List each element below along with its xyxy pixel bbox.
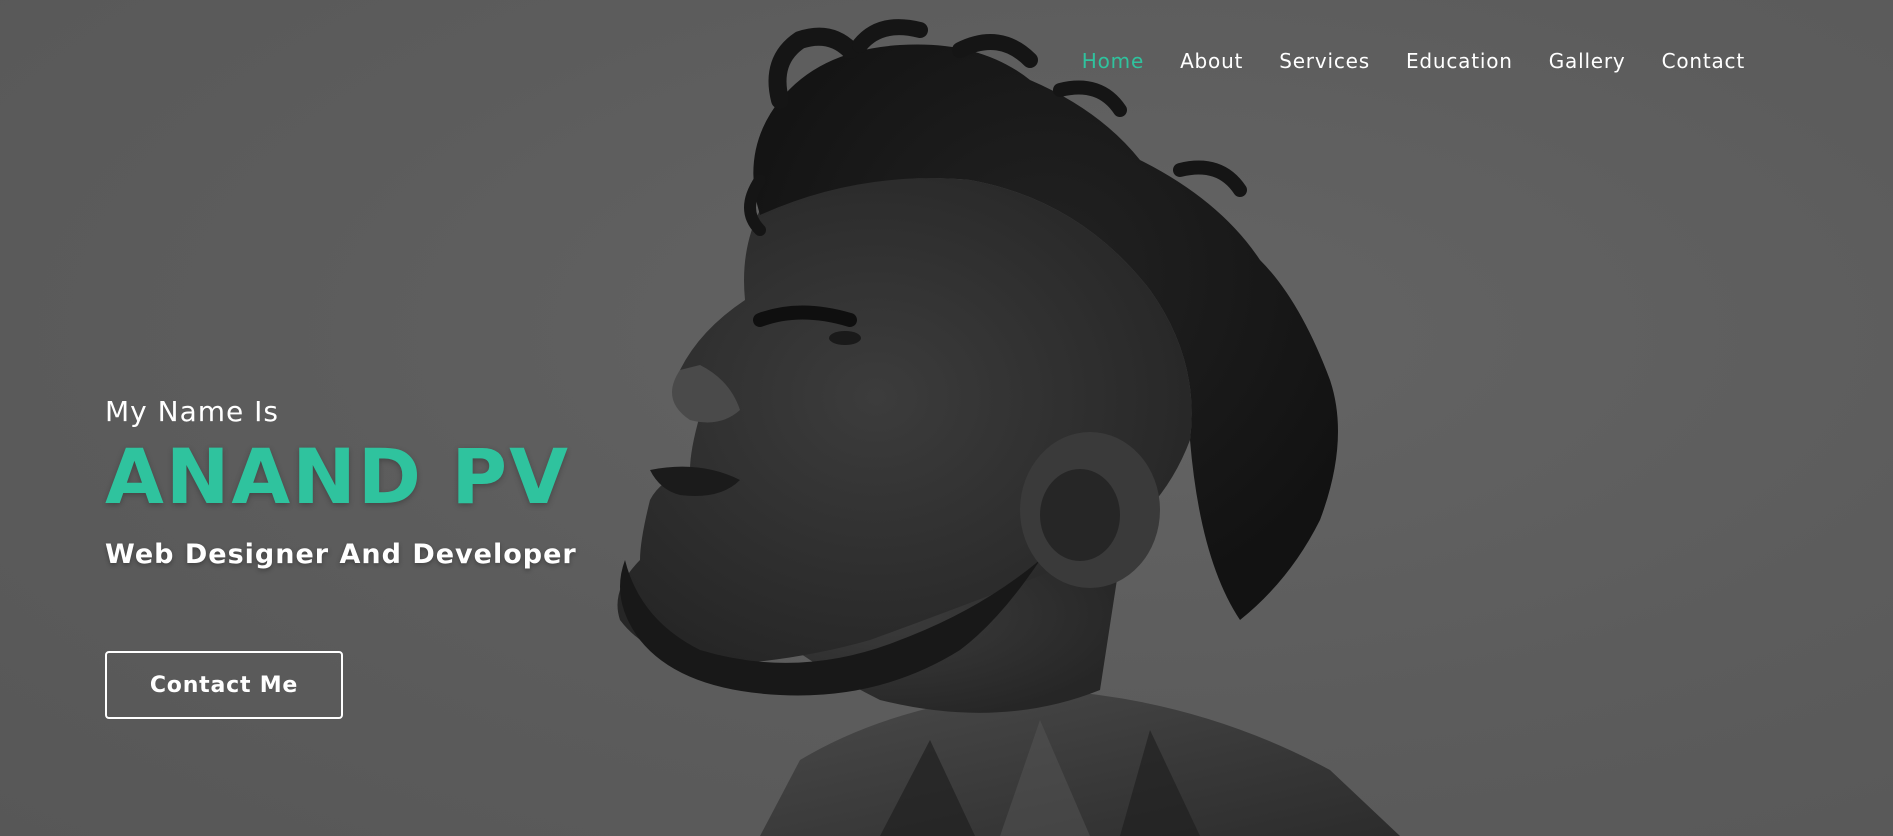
intro-prefix: My Name Is: [105, 395, 279, 428]
contact-me-button[interactable]: Contact Me: [105, 651, 343, 719]
main-navigation: Home About Services Education Gallery Co…: [1064, 48, 1763, 74]
hero-intro: My Name Is ANAND PV Web Designer And Dev…: [105, 394, 577, 572]
nav-item-contact[interactable]: Contact: [1644, 48, 1763, 74]
hero-section: Home About Services Education Gallery Co…: [0, 0, 1893, 836]
nav-item-gallery[interactable]: Gallery: [1531, 48, 1644, 74]
nav-item-home[interactable]: Home: [1064, 48, 1162, 74]
nav-item-services[interactable]: Services: [1261, 48, 1388, 74]
hero-name: ANAND PV: [105, 432, 570, 521]
hero-role: Web Designer And Developer: [105, 539, 577, 570]
nav-item-about[interactable]: About: [1162, 48, 1261, 74]
nav-item-education[interactable]: Education: [1388, 48, 1531, 74]
